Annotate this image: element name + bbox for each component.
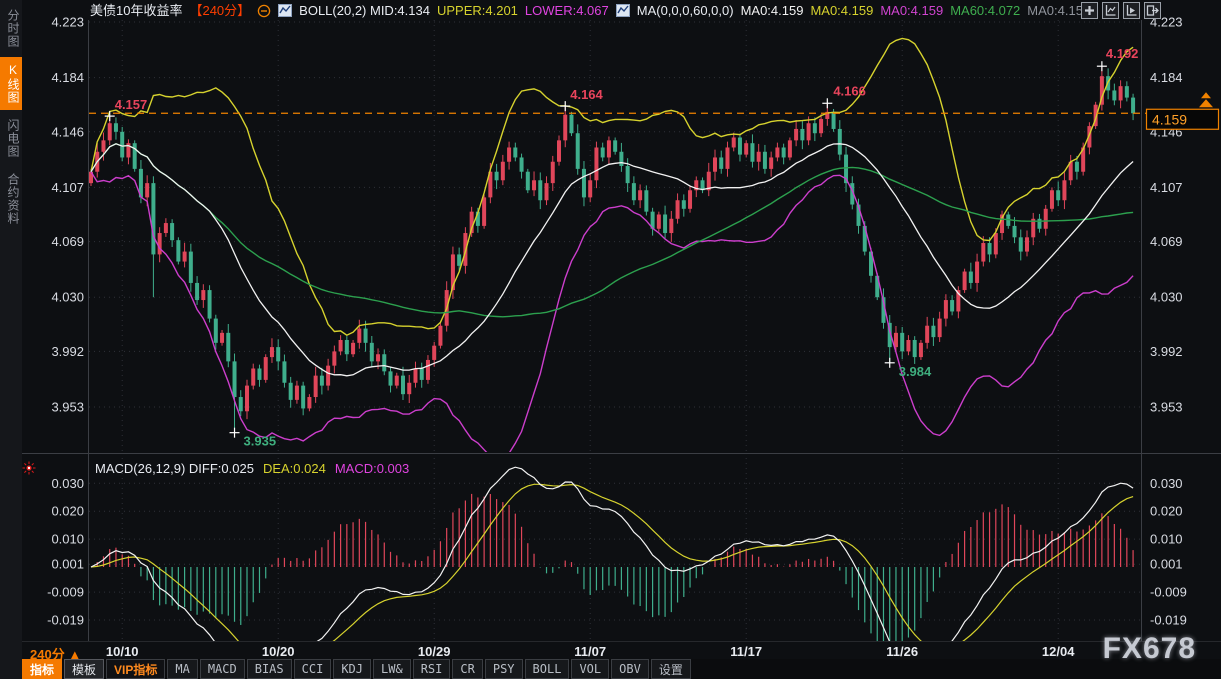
x-axis-row: 240分 ▲ 10/1010/2010/2911/0711/1711/2612/…	[22, 641, 1221, 660]
indicator-chart-icon[interactable]	[278, 4, 292, 17]
toolbar-button-[interactable]: 设置	[651, 659, 691, 679]
collapse-minus-icon[interactable]	[257, 4, 271, 18]
price-up-arrow-icon	[1201, 92, 1211, 98]
macd-axis-label: 0.001	[51, 557, 84, 572]
macd-axis-label: -0.009	[1150, 585, 1187, 600]
toolbar-button-kdj[interactable]: KDJ	[333, 659, 371, 679]
header-legend-text: 美债10年收益率	[90, 3, 182, 18]
price-axis-label: 4.223	[51, 15, 84, 30]
macd-axis-label: -0.019	[1150, 613, 1187, 628]
macd-axis-label: 0.030	[1150, 476, 1183, 491]
sidebar-tab-time-share-chart[interactable]: 分时图	[0, 3, 22, 54]
price-up-arrow-icon	[1199, 99, 1213, 107]
extreme-price-label: 3.984	[899, 364, 932, 379]
extreme-price-label: 4.157	[115, 97, 148, 112]
price-axis-label: 3.953	[51, 400, 84, 415]
sidebar: 分时图 K线图闪电图合约资料	[0, 0, 22, 679]
toolbar-button-cci[interactable]: CCI	[294, 659, 332, 679]
price-axis-label: 4.184	[1150, 70, 1183, 85]
chart-window-buttons	[1081, 2, 1161, 19]
macd-axis-label: 0.001	[1150, 557, 1183, 572]
macd-axis-label: 0.010	[51, 532, 84, 547]
extreme-price-label: 3.935	[244, 434, 277, 449]
header-legend-text: MA0:4.159	[880, 3, 943, 18]
header-legend-text: UPPER:4.201	[437, 3, 518, 18]
macd-axis-label: 0.020	[1150, 504, 1183, 519]
macd-legend-text: MACD:0.003	[335, 461, 409, 476]
scale-axis-icon[interactable]	[1102, 2, 1119, 19]
macd-header-legend: MACD(26,12,9) DIFF:0.025 DEA:0.024 MACD:0.…	[95, 461, 409, 476]
sidebar-tab-contract-info[interactable]: 合约资料	[0, 167, 22, 231]
x-axis-date-label: 10/20	[262, 644, 295, 659]
price-axis-label: 4.146	[51, 124, 84, 139]
toolbar-button-bias[interactable]: BIAS	[247, 659, 292, 679]
header-legend-text: MA60:4.072	[950, 3, 1020, 18]
macd-axis-label: 0.010	[1150, 532, 1183, 547]
x-axis-date-label: 11/26	[886, 644, 918, 659]
toolbar-button-psy[interactable]: PSY	[485, 659, 523, 679]
price-axis-label: 3.992	[51, 344, 84, 359]
price-axis-label: 4.030	[51, 290, 84, 305]
toolbar-button-rsi[interactable]: RSI	[413, 659, 451, 679]
sidebar-tab-lightning-chart[interactable]: 闪电图	[0, 113, 22, 164]
price-axis-label: 4.069	[1150, 234, 1183, 249]
header-legend-text: MA0:4.159	[810, 3, 873, 18]
chart-header-legend: 美债10年收益率【240分】 BOLL(20,2) MID:4.134 UPPER:…	[90, 3, 1090, 18]
current-price-marker: 4.159	[89, 92, 1219, 129]
toolbar-button-macd[interactable]: MACD	[200, 659, 245, 679]
extreme-price-label: 4.164	[570, 87, 603, 102]
indicator-alert-icon[interactable]	[22, 461, 36, 480]
indicator-toolbar: 指标模板VIP指标MAMACDBIASCCIKDJLW&RSICRPSYBOLL…	[22, 659, 1221, 679]
toolbar-button-[interactable]: 模板	[64, 659, 104, 679]
sidebar-tab-kline-chart[interactable]: K线图	[0, 57, 22, 110]
play-forward-icon[interactable]	[1123, 2, 1140, 19]
trading-app-window: 4.2234.2234.1844.1844.1464.1464.1074.107…	[0, 0, 1221, 679]
header-legend-text: 【240分】	[189, 3, 250, 18]
x-axis-date-label: 10/29	[418, 644, 451, 659]
toolbar-button-[interactable]: 指标	[22, 659, 62, 679]
macd-axis-label: -0.019	[47, 613, 84, 628]
header-legend-text: LOWER:4.067	[525, 3, 609, 18]
macd-legend-text: MACD(26,12,9) DIFF:0.025	[95, 461, 254, 476]
macd-axis-label: 0.020	[51, 504, 84, 519]
price-axis-label: 3.992	[1150, 344, 1183, 359]
indicator-chart-icon[interactable]	[616, 4, 630, 17]
macd-legend-text: DEA:0.024	[263, 461, 326, 476]
extreme-price-label: 4.166	[833, 83, 866, 98]
candlestick-plot	[89, 39, 1135, 457]
price-axis-label: 4.030	[1150, 290, 1183, 305]
price-axis-label: 4.184	[51, 70, 84, 85]
toolbar-button-boll[interactable]: BOLL	[525, 659, 570, 679]
price-axis-label: 4.107	[51, 180, 84, 195]
x-axis-date-label: 11/17	[730, 644, 762, 659]
price-axis-label: 4.107	[1150, 180, 1183, 195]
price-axis-label: 3.953	[1150, 400, 1183, 415]
toolbar-button-ma[interactable]: MA	[167, 659, 197, 679]
header-legend-text: MA(0,0,0,60,0,0)	[637, 3, 734, 18]
toolbar-button-obv[interactable]: OBV	[611, 659, 649, 679]
expand-panel-icon[interactable]	[1144, 2, 1161, 19]
macd-axis-label: 0.030	[51, 476, 84, 491]
header-legend-text: MA0:4.159	[741, 3, 804, 18]
x-axis-date-label: 11/07	[574, 644, 606, 659]
current-price-value: 4.159	[1152, 111, 1187, 127]
macd-axis-label: -0.009	[47, 585, 84, 600]
extreme-price-label: 4.192	[1106, 46, 1139, 61]
x-axis-date-label: 10/10	[106, 644, 139, 659]
toolbar-button-cr[interactable]: CR	[452, 659, 482, 679]
crosshair-icon[interactable]	[1081, 2, 1098, 19]
chart-canvas[interactable]: 4.2234.2234.1844.1844.1464.1464.1074.107…	[0, 0, 1221, 679]
fx678-watermark: FX678	[1103, 632, 1196, 666]
toolbar-button-lw[interactable]: LW&	[373, 659, 411, 679]
axis-labels: 4.2234.2234.1844.1844.1464.1464.1074.107…	[47, 15, 1187, 628]
x-axis-date-label: 12/04	[1042, 644, 1075, 659]
price-axis-label: 4.069	[51, 234, 84, 249]
toolbar-button-vol[interactable]: VOL	[571, 659, 609, 679]
toolbar-button-vip[interactable]: VIP指标	[106, 659, 165, 679]
header-legend-text: BOLL(20,2) MID:4.134	[299, 3, 430, 18]
